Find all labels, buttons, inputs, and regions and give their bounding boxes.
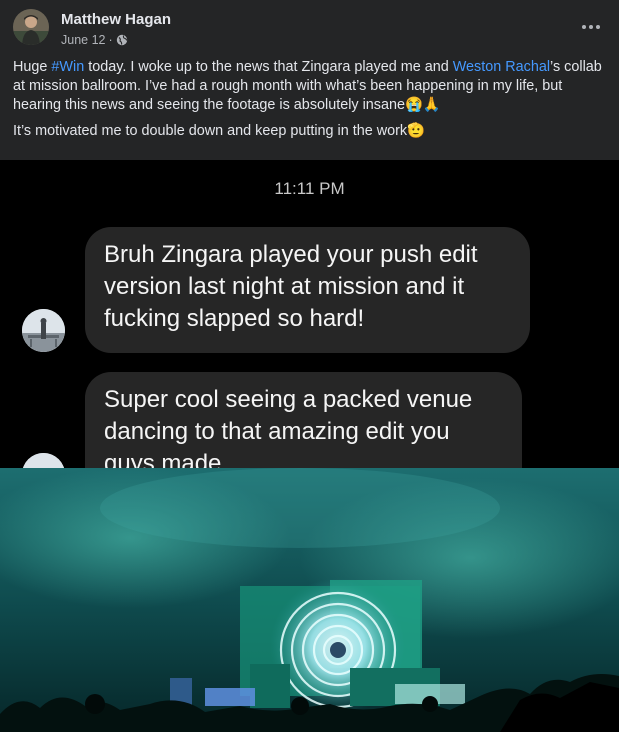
concert-video-image[interactable] xyxy=(0,468,619,732)
hashtag-link[interactable]: #Win xyxy=(51,59,84,75)
post-text: Huge #Win today. I woke up to the news t… xyxy=(13,58,607,148)
post-paragraph-2: It’s motivated me to double down and kee… xyxy=(13,123,426,139)
chat-message-bubble: Bruh Zingara played your push edit versi… xyxy=(85,227,530,353)
chat-message-bubble: Super cool seeing a packed venue dancing… xyxy=(85,372,522,468)
post-header: Matthew Hagan June 12 · xyxy=(13,9,606,51)
post-paragraph-1: Huge #Win today. I woke up to the news t… xyxy=(13,58,607,115)
concert-stage-visual xyxy=(0,468,619,732)
post-meta: June 12 · xyxy=(61,33,128,47)
more-options-icon[interactable] xyxy=(576,16,606,38)
chat-timestamp: 11:11 PM xyxy=(274,179,345,198)
sender-avatar xyxy=(22,453,65,468)
sender-avatar xyxy=(22,309,65,352)
author-name[interactable]: Matthew Hagan xyxy=(61,11,171,28)
text-segment: Huge xyxy=(13,59,52,75)
text-segment: today. I woke up to the news that Zingar… xyxy=(84,59,453,75)
post-date[interactable]: June 12 xyxy=(61,33,105,47)
mention-link[interactable]: Weston Rachal xyxy=(453,59,550,75)
meta-separator: · xyxy=(108,33,113,47)
author-avatar[interactable] xyxy=(13,9,49,45)
chat-screenshot-image[interactable]: 11:11 PM Bruh Zingara played your push e… xyxy=(0,160,619,468)
avatar-photo xyxy=(13,9,49,45)
globe-icon xyxy=(116,34,128,46)
facebook-post: Matthew Hagan June 12 · Huge #Win today.… xyxy=(0,0,619,732)
